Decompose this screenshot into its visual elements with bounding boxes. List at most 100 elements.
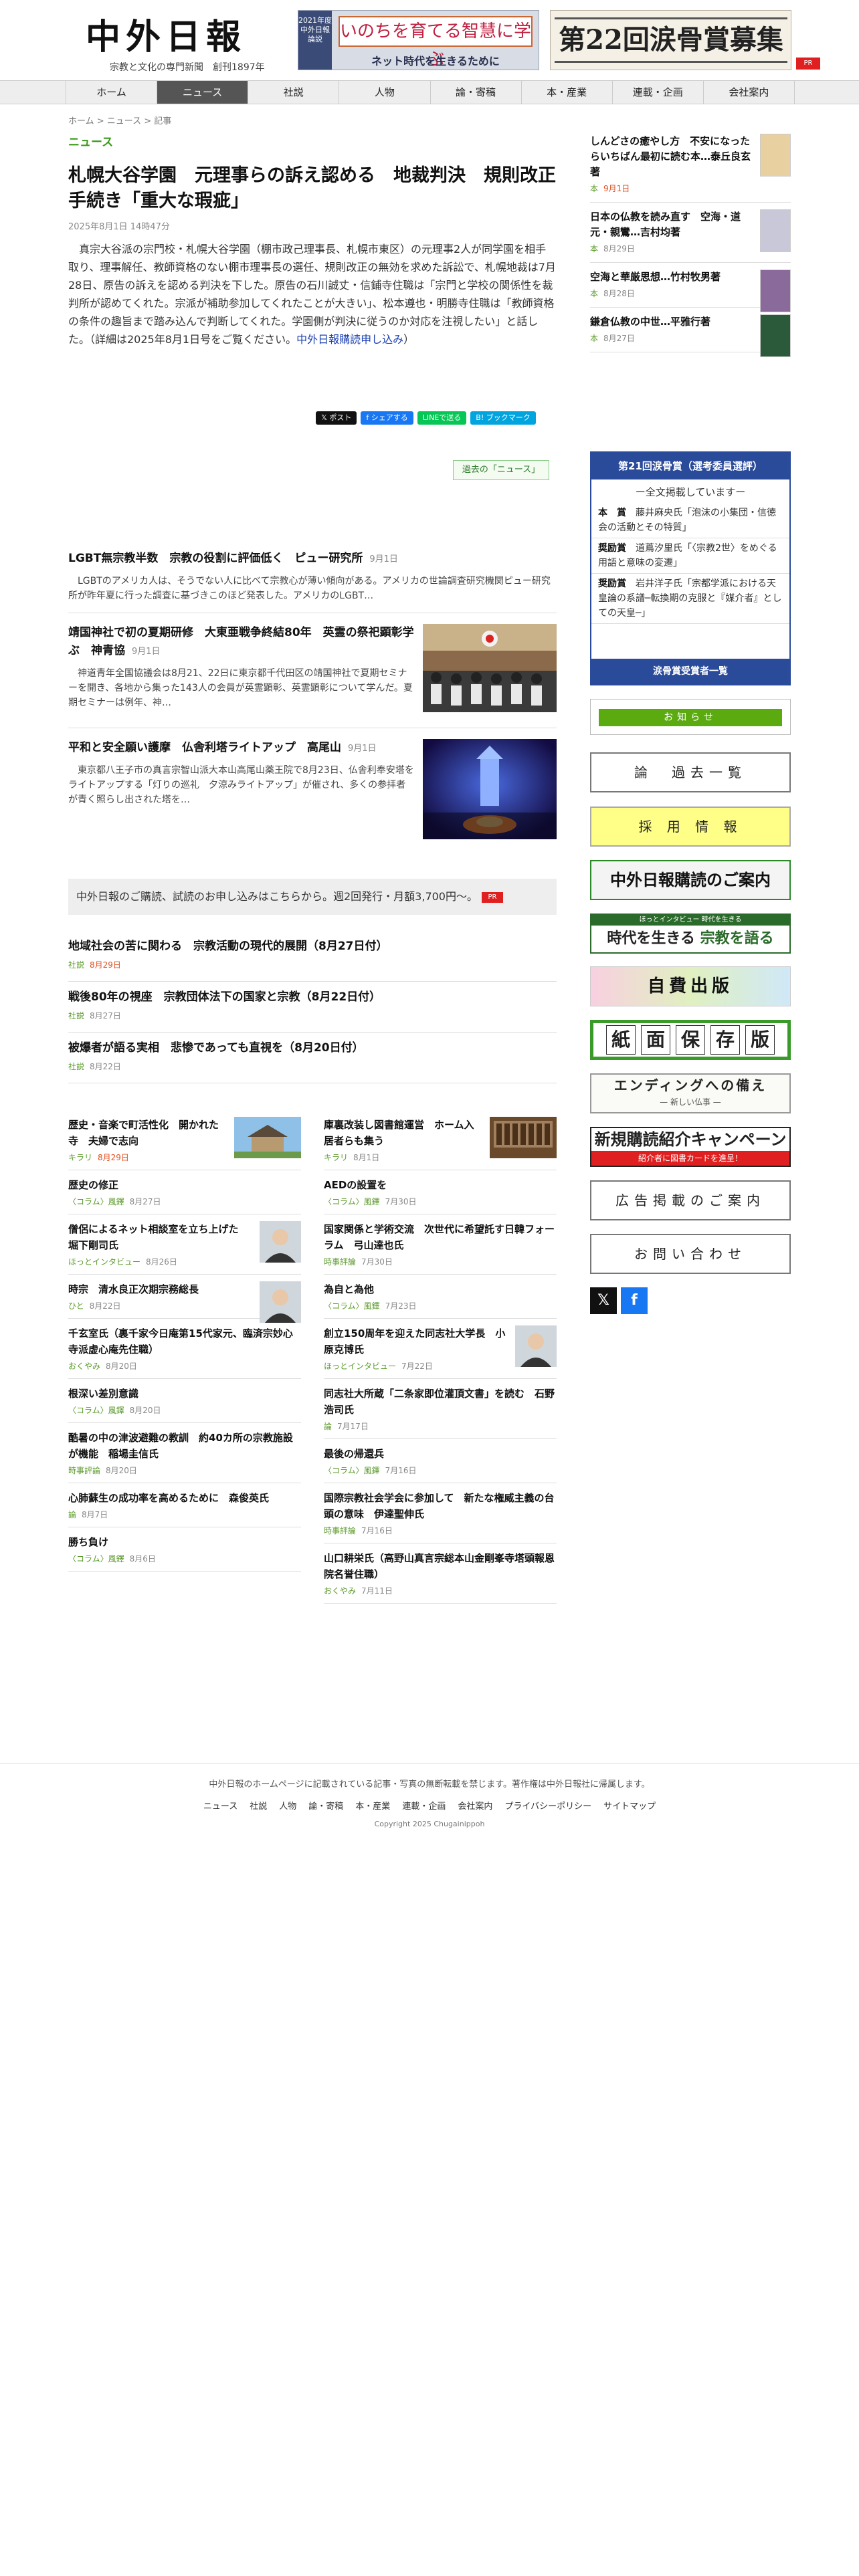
grid-item-title: 根深い差別意識	[68, 1388, 139, 1400]
past-news-link[interactable]: 過去の「ニュース」	[453, 460, 549, 480]
subscription-promo[interactable]: 中外日報のご購読、試読のお申し込みはこちらから。週2回発行・月額3,700円～。…	[68, 879, 557, 915]
line-share-button[interactable]: LINEで送る	[417, 411, 467, 425]
photo-thumbnail[interactable]	[490, 1117, 557, 1158]
photo-thumbnail[interactable]	[234, 1117, 301, 1158]
hatena-bookmark-button[interactable]: B! ブックマーク	[470, 411, 536, 425]
advertising-button[interactable]: 広告掲載のご案内	[590, 1180, 791, 1220]
list-item[interactable]: 酷暑の中の津波避難の教訓 約40カ所の宗教施設が機能 稲場圭信氏 時事評論 8月20…	[68, 1423, 301, 1483]
grid-item-category: おくやみ	[324, 1586, 357, 1596]
jidai-interview-banner[interactable]: ほっとインタビュー 時代を生きる 時代を生きる 宗教を語る	[590, 914, 791, 954]
award-winners-button[interactable]: 涙骨賞受賞者一覧	[591, 659, 789, 684]
book-cover-thumbnail[interactable]	[760, 209, 791, 252]
facebook-icon[interactable]: f	[621, 1287, 648, 1314]
campaign-banner[interactable]: 新規購読紹介キャンペーン 紹介者に図書カードを進呈！	[590, 1127, 791, 1167]
archive-edition-banner[interactable]: 紙 面 保 存 版	[590, 1020, 791, 1060]
grid-item-meta: おくやみ 8月20日	[68, 1360, 301, 1372]
subscribe-link[interactable]: 中外日報購読申し込み	[296, 333, 403, 346]
list-item[interactable]: LGBT無宗教半数 宗教の役割に評価低く ピュー研究所 9月1日 LGBTのアメリ…	[68, 539, 557, 613]
site-logo[interactable]: 中外日報	[86, 19, 273, 56]
footer-link[interactable]: 人物	[279, 1799, 296, 1812]
list-item[interactable]: 時宗 清水良正次期宗務総長 ひと 8月22日	[68, 1275, 301, 1323]
list-item[interactable]: 同志社大所蔵「二条家即位灌頂文書」を読む 石野浩司氏論 7月17日	[324, 1379, 557, 1439]
subscribe-guide-banner[interactable]: 中外日報購読のご案内	[590, 860, 791, 900]
list-item[interactable]: しんどさの癒やし方 不安になったらいちばん最初に読む本…泰丘良玄著本 9月1日	[590, 127, 791, 203]
list-item[interactable]: 歴史の修正 〈コラム〉風鐸 8月27日	[68, 1170, 301, 1214]
ending-banner[interactable]: エンディングへの備え — 新しい仏事 —	[590, 1073, 791, 1113]
list-item[interactable]: 勝ち負け 〈コラム〉風鐸 8月6日	[68, 1527, 301, 1572]
footer-link[interactable]: ニュース	[203, 1799, 237, 1812]
nav-books-industry[interactable]: 本・産業	[522, 81, 613, 104]
book-cover-thumbnail[interactable]	[760, 134, 791, 177]
grid-item-date: 8月29日	[98, 1153, 129, 1162]
list-item[interactable]: 戦後80年の視座 宗教団体法下の国家と宗教（8月22日付） 社説 8月27日	[68, 982, 557, 1033]
book-cover-thumbnail[interactable]	[760, 270, 791, 312]
editorial-list: 地域社会の苦に関わる 宗教活動の現代的展開（8月27日付） 社説 8月29日 戦後…	[68, 931, 557, 1083]
list-item[interactable]: 日本の仏教を読み直す 空海・道元・親鸞…吉村均著本 8月29日	[590, 203, 791, 263]
book-cover-thumbnail[interactable]	[760, 314, 791, 357]
nav-home[interactable]: ホーム	[66, 81, 158, 104]
ronsetsu-archive-button[interactable]: 論 過去一覧	[590, 752, 791, 792]
header-banner-ruikotsu[interactable]: 第22回涙骨賞募集	[550, 10, 791, 70]
footer-link[interactable]: 社説	[250, 1799, 267, 1812]
list-item[interactable]: 平和と安全願い護摩 仏舎利塔ライトアップ 高尾山 9月1日 東京都八王子市の真言宗…	[68, 728, 557, 843]
pr-badge: PR	[482, 891, 503, 903]
footer-link[interactable]: サイトマップ	[603, 1799, 656, 1812]
list-item[interactable]: AEDの設置を 〈コラム〉風鐸 7月30日	[324, 1170, 557, 1214]
grid-item-date: 7月23日	[385, 1301, 417, 1311]
award-entry[interactable]: 奨励賞 道蔦汐里氏「〈宗教2世〉をめぐる用語と意味の変遷」	[591, 538, 789, 574]
footer-link[interactable]: プライバシーポリシー	[504, 1799, 591, 1812]
list-item[interactable]: 靖国神社で初の夏期研修 大東亜戦争終結80年 英霊の祭祀顕彰学ぶ 神青協 9月1日…	[68, 613, 557, 728]
list-item[interactable]: 最後の帰還兵 〈コラム〉風鐸 7月16日	[324, 1439, 557, 1483]
list-item[interactable]: 心肺蘇生の成功率を高めるために 森俊英氏論 8月7日	[68, 1483, 301, 1527]
nav-news[interactable]: ニュース	[157, 81, 249, 104]
list-item[interactable]: 根深い差別意識 〈コラム〉風鐸 8月20日	[68, 1379, 301, 1423]
book-date: 8月29日	[603, 244, 635, 253]
nav-opinion[interactable]: 論・寄稿	[431, 81, 522, 104]
portrait-thumbnail[interactable]	[260, 1221, 301, 1263]
list-item[interactable]: 被爆者が語る実相 悲惨であっても直視を（8月20日付） 社説 8月22日	[68, 1033, 557, 1083]
nav-editorial[interactable]: 社説	[248, 81, 340, 104]
list-item[interactable]: 国家関係と学術交流 次世代に希望託す日韓フォーラム 弓山達也氏 時事評論 7月30日	[324, 1214, 557, 1275]
portrait-thumbnail[interactable]	[260, 1281, 301, 1323]
list-item[interactable]: 歴史・音楽で町活性化 開かれた寺 夫婦で志向 キラリ 8月29日	[68, 1110, 301, 1170]
footer-link[interactable]: 連載・企画	[402, 1799, 446, 1812]
list-item[interactable]: 国際宗教社会学会に参加して 新たな権威主義の台頭の意味 伊達聖伸氏 時事評論 7月1…	[324, 1483, 557, 1543]
inquiry-button[interactable]: お問い合わせ	[590, 1234, 791, 1274]
notice-button[interactable]: お知らせ	[599, 709, 782, 726]
list-item[interactable]: 千玄室氏（裏千家今日庵第15代家元、臨済宗妙心寺派虚心庵先住職） おくやみ 8月20…	[68, 1319, 301, 1379]
nav-company[interactable]: 会社案内	[704, 81, 795, 104]
grid-item-meta: 〈コラム〉風鐸 7月23日	[324, 1300, 557, 1311]
list-item[interactable]: 為自と為他 〈コラム〉風鐸 7月23日	[324, 1275, 557, 1319]
list-item[interactable]: 地域社会の苦に関わる 宗教活動の現代的展開（8月27日付） 社説 8月29日	[68, 931, 557, 982]
self-publishing-banner[interactable]: 自費出版	[590, 966, 791, 1006]
portrait-thumbnail[interactable]	[515, 1325, 557, 1367]
list-item[interactable]: 庫裏改装し図書館運営 ホーム入居者らも集う キラリ 8月1日	[324, 1110, 557, 1170]
award-entry[interactable]: 本 賞藤井麻央氏「泡沫の小集団・信徳会の活動とその特質」	[591, 503, 789, 538]
footer-link[interactable]: 論・寄稿	[308, 1799, 343, 1812]
x-icon[interactable]: 𝕏	[590, 1287, 617, 1314]
list-item[interactable]: 空海と華厳思想…竹村牧男著本 8月28日	[590, 263, 791, 312]
recruitment-button[interactable]: 採 用 情 報	[590, 807, 791, 847]
founded-text: 創刊1897年	[213, 62, 265, 73]
footer-link[interactable]: 本・産業	[355, 1799, 390, 1812]
grid-item-title: 千玄室氏（裏千家今日庵第15代家元、臨済宗妙心寺派虚心庵先住職）	[68, 1327, 293, 1356]
list-item[interactable]: 創立150周年を迎えた同志社大学長 小原克博氏 ほっとインタビュー 7月22日	[324, 1319, 557, 1379]
footer-link[interactable]: 会社案内	[458, 1799, 492, 1812]
book-title: 日本の仏教を読み直す 空海・道元・親鸞…吉村均著	[590, 211, 741, 238]
story-photo-lightup[interactable]	[423, 739, 557, 839]
story-photo-seminar[interactable]	[423, 624, 557, 712]
story-date: 9月1日	[132, 647, 161, 657]
list-item[interactable]: 鎌倉仏教の中世…平雅行著本 8月27日	[590, 308, 791, 357]
facebook-share-button[interactable]: f シェアする	[361, 411, 413, 425]
grid-item-category: 論	[324, 1422, 332, 1431]
nav-people[interactable]: 人物	[339, 81, 431, 104]
award-entry[interactable]: 奨励賞 岩井洋子氏「宗都学派における天皇論の系譜─転換期の克服と『媒介者』としての…	[591, 574, 789, 624]
ruikotsu-award-box[interactable]: 第21回涙骨賞（選考委員選評） ー全文掲載していますー 本 賞藤井麻央氏「泡沫の…	[590, 451, 791, 685]
breadcrumb[interactable]: ホーム > ニュース > 記事	[68, 114, 557, 127]
nav-series[interactable]: 連載・企画	[613, 81, 704, 104]
header-banner-ronsetsu[interactable]: 2021年度 中外日報 論説 いのちを育てる智慧に学ぶ ネット時代を生きるために	[298, 10, 539, 70]
list-item[interactable]: 山口耕栄氏（高野山真言宗総本山金剛峯寺塔頭報恩院名誉住職） おくやみ 7月11日	[324, 1543, 557, 1604]
x-post-button[interactable]: 𝕏 ポスト	[316, 411, 357, 425]
grid-item-date: 8月22日	[89, 1301, 121, 1311]
list-item[interactable]: 僧侶によるネット相談室を立ち上げた 堀下剛司氏 ほっとインタビュー 8月26日	[68, 1214, 301, 1275]
